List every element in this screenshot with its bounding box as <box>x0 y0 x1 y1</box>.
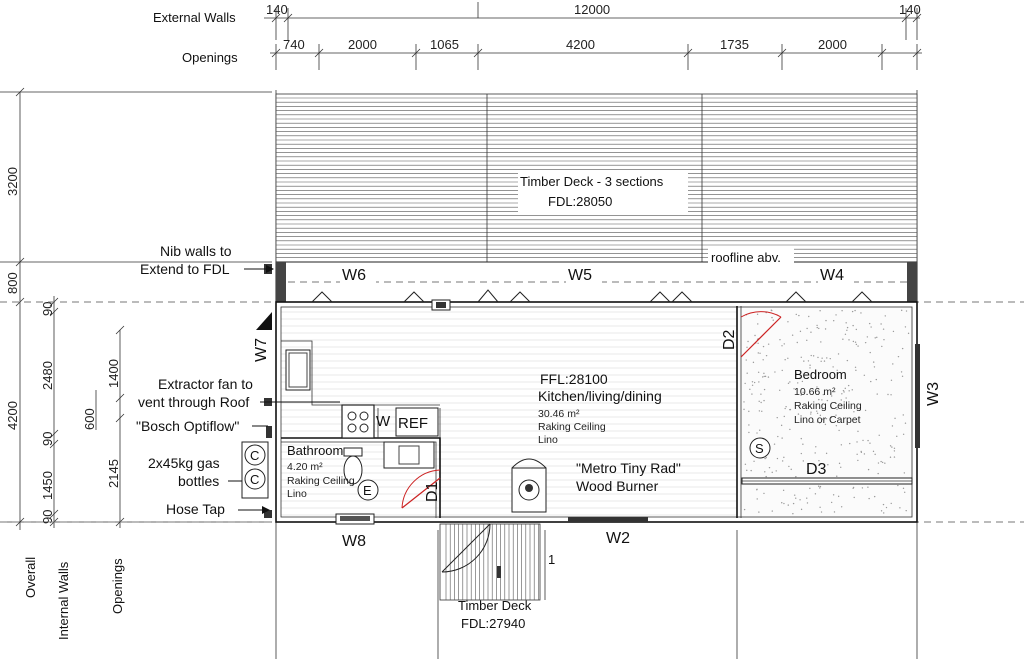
open-dim-1: 740 <box>283 37 305 52</box>
opening-dim-1400: 1400 <box>106 359 121 388</box>
open-dim-4: 4200 <box>566 37 595 52</box>
gas-line2: bottles <box>178 473 219 489</box>
external-walls-dimension-row: External Walls 140 12000 140 <box>153 2 922 40</box>
overall-dims: 3200 800 4200 90 2480 90 1450 90 1400 60… <box>5 167 121 524</box>
bathroom-name: Bathroom <box>287 443 343 458</box>
external-walls-label: External Walls <box>153 10 236 25</box>
top-deck-level: FDL:28050 <box>548 194 612 209</box>
bedroom-name: Bedroom <box>794 367 847 382</box>
internal-dim-90a: 90 <box>40 302 55 316</box>
door-d1: D1 <box>424 481 441 502</box>
bedroom-ceiling: Raking Ceiling <box>794 400 862 412</box>
door-d2: D2 <box>721 329 738 350</box>
bottom-deck-title: Timber Deck <box>458 598 532 613</box>
roofline-label: roofline abv. <box>711 250 781 265</box>
burner-type: Wood Burner <box>576 478 659 494</box>
floor-plan-drawing: External Walls 140 12000 140 Openings 74… <box>0 2 1024 659</box>
overall-dim-4200: 4200 <box>5 401 20 430</box>
window-w4: W4 <box>820 267 844 284</box>
bosch-label: "Bosch Optiflow" <box>136 418 239 434</box>
internal-dim-1450: 1450 <box>40 471 55 500</box>
ext-dim-right: 140 <box>899 2 921 17</box>
openings-vertical-label: Openings <box>110 558 125 614</box>
bathroom-floor: Lino <box>287 488 307 500</box>
open-dim-6: 2000 <box>818 37 847 52</box>
bottom-timber-deck: 1 Timber Deck FDL:27940 <box>439 523 555 631</box>
gas-bottles: C C <box>241 441 269 499</box>
gas-symbol-2: C <box>250 472 259 487</box>
fridge-mark: REF <box>398 415 428 432</box>
smoke-symbol: S <box>755 441 764 456</box>
ext-dim-left: 140 <box>266 2 288 17</box>
extractor-line2: vent through Roof <box>138 394 249 410</box>
bedroom-area: 10.66 m² <box>794 386 836 398</box>
window-w3: W3 <box>925 382 942 406</box>
internal-dim-2480: 2480 <box>40 361 55 390</box>
extractor-line1: Extractor fan to <box>158 376 253 392</box>
washer-mark: W <box>376 413 391 430</box>
nib-walls-line1: Nib walls to <box>160 243 232 259</box>
burner-model: "Metro Tiny Rad" <box>576 460 681 476</box>
window-w2: W2 <box>606 530 630 547</box>
top-timber-deck: Timber Deck - 3 sections FDL:28050 <box>275 93 918 263</box>
opening-dim-2145: 2145 <box>106 459 121 488</box>
internal-dim-90b: 90 <box>40 432 55 446</box>
openings-label: Openings <box>182 50 238 65</box>
overall-label: Overall <box>23 557 38 598</box>
bathroom-area: 4.20 m² <box>287 461 323 473</box>
kitchen-floor: Lino <box>538 434 558 446</box>
step-number: 1 <box>548 552 555 567</box>
hose-tap-label: Hose Tap <box>166 501 225 517</box>
bathroom-ceiling: Raking Ceiling <box>287 475 355 487</box>
smoke-detector: S <box>749 437 771 459</box>
extractor-symbol: E <box>363 483 372 498</box>
gas-symbol-1: C <box>250 448 259 463</box>
gas-line1: 2x45kg gas <box>148 455 220 471</box>
window-w5: W5 <box>568 267 592 284</box>
nib-walls-line2: Extend to FDL <box>140 261 230 277</box>
overall-dim-3200: 3200 <box>5 167 20 196</box>
opening-dim-600: 600 <box>82 408 97 430</box>
internal-walls-label: Internal Walls <box>56 561 71 640</box>
overall-dim-800: 800 <box>5 272 20 294</box>
open-dim-2: 2000 <box>348 37 377 52</box>
window-w6: W6 <box>342 267 366 284</box>
kitchen-name: Kitchen/living/dining <box>538 388 662 404</box>
door-d3: D3 <box>806 461 827 478</box>
ext-dim-main: 12000 <box>574 2 610 17</box>
kitchen-ceiling: Raking Ceiling <box>538 421 606 433</box>
window-w8: W8 <box>342 533 366 550</box>
kitchen-ffl: FFL:28100 <box>540 371 608 387</box>
window-w7: W7 <box>253 338 270 362</box>
openings-dimension-row: Openings 740 2000 1065 4200 1735 2000 <box>182 37 922 70</box>
bottom-deck-level: FDL:27940 <box>461 616 525 631</box>
vertical-dimension-labels: Overall Internal Walls Openings <box>23 557 125 640</box>
bedroom-floor: Lino or Carpet <box>794 414 861 426</box>
top-deck-title: Timber Deck - 3 sections <box>520 174 664 189</box>
open-dim-3: 1065 <box>430 37 459 52</box>
open-dim-5: 1735 <box>720 37 749 52</box>
kitchen-area: 30.46 m² <box>538 408 580 420</box>
